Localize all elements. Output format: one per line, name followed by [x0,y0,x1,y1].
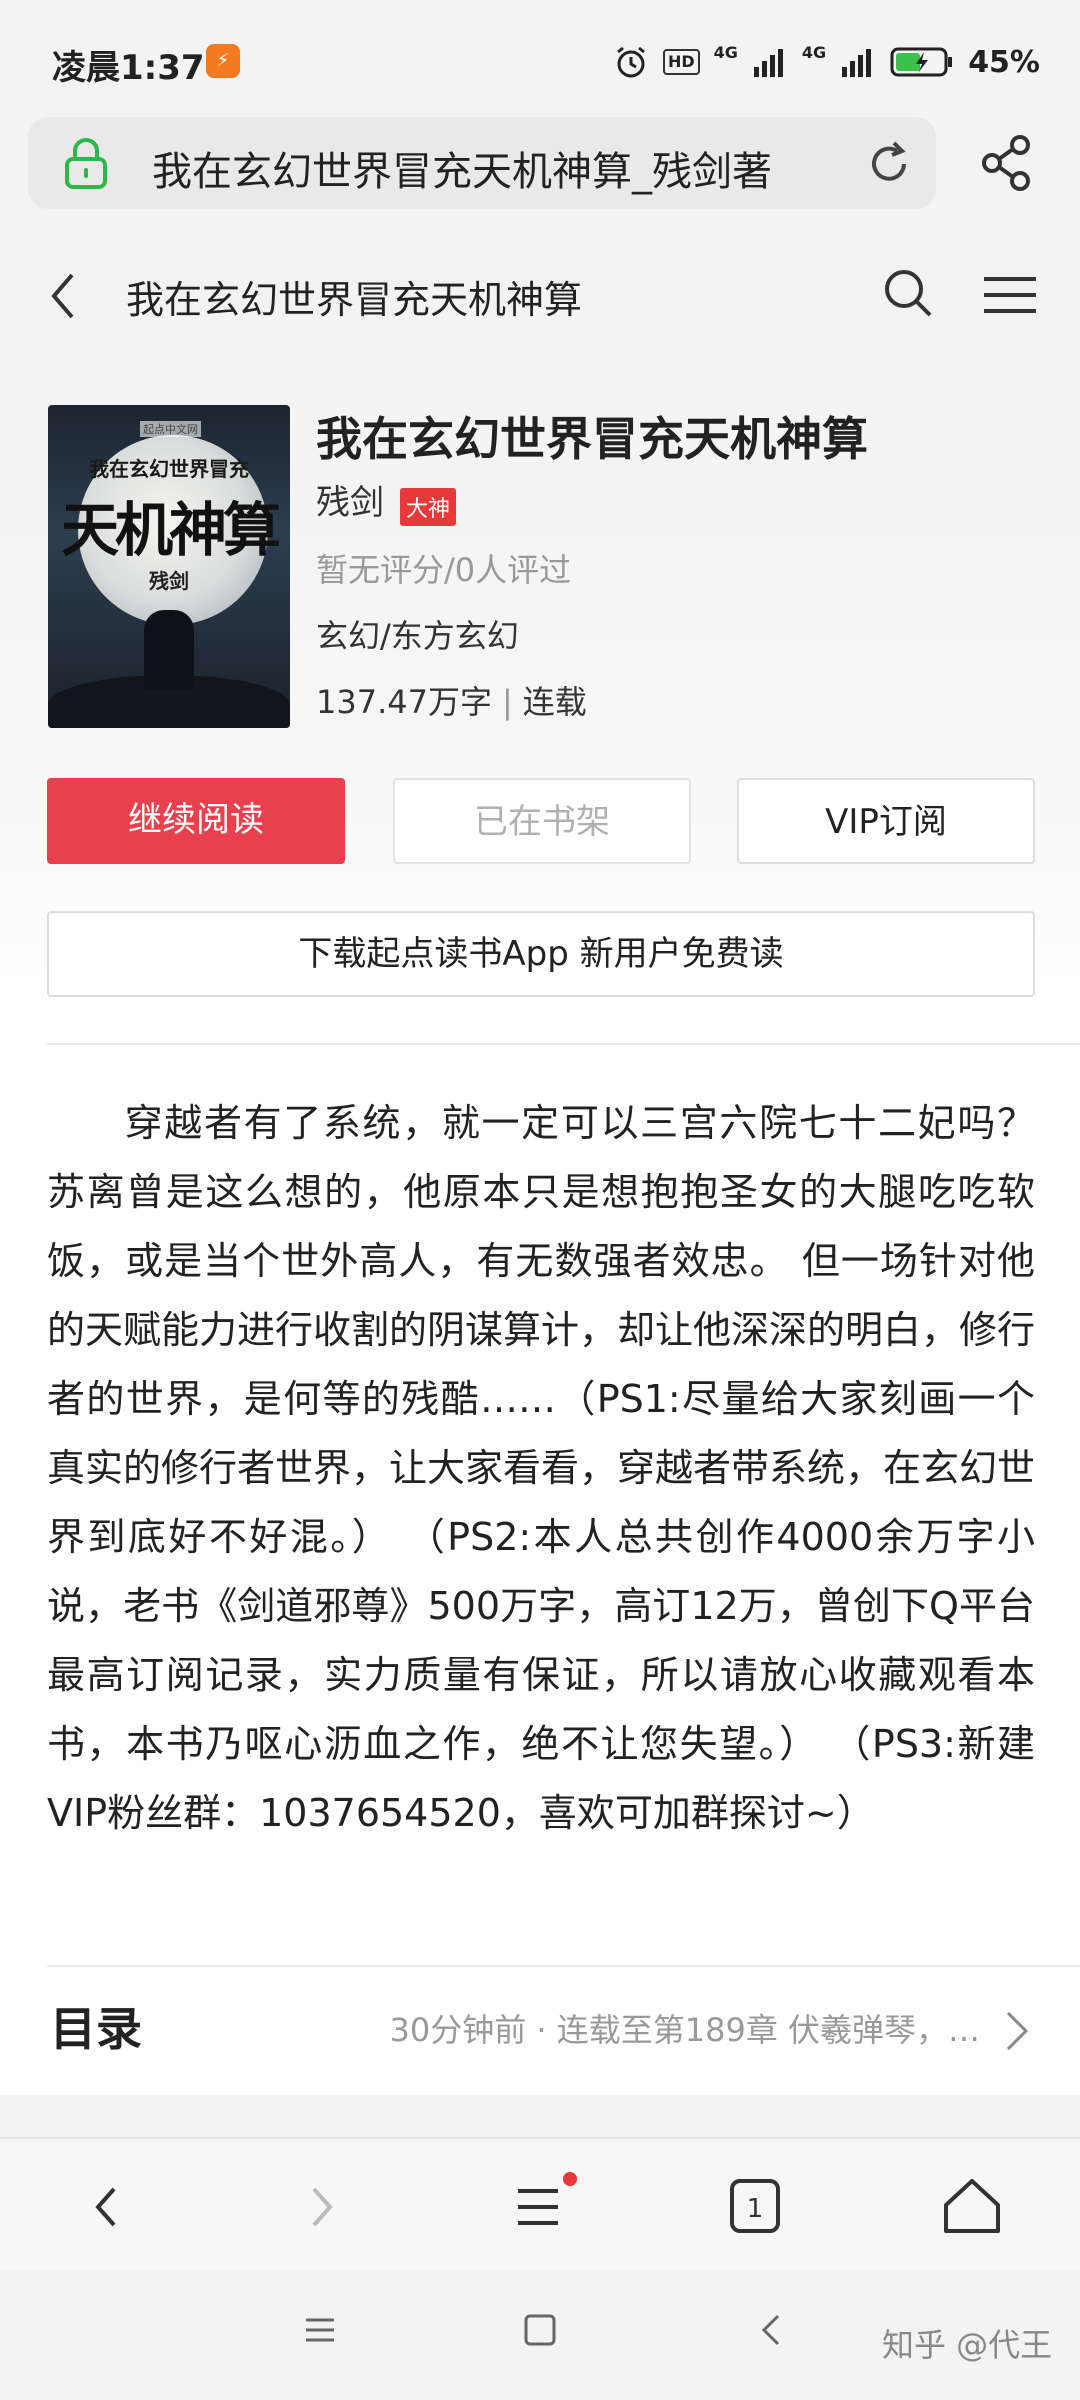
tabs-count: 1 [747,2194,764,2224]
chevron-right-icon[interactable] [1004,2009,1030,2053]
reload-icon[interactable] [864,139,914,189]
menu-icon[interactable] [982,275,1038,315]
url-field[interactable]: 我在玄幻世界冒充天机神算_残剑著 [28,117,936,209]
on-shelf-button[interactable]: 已在书架 [393,778,691,864]
signal-icon [753,49,783,77]
book-description: 穿越者有了系统，就一定可以三宫六院七十二妃吗？ 苏离曾是这么想的，他原本只是想抱… [47,1089,1035,1848]
system-navigation-bar: 知乎 @代王 [0,2270,1080,2400]
network-type-1: 4G [713,42,738,62]
url-text[interactable]: 我在玄幻世界冒充天机神算_残剑著 [152,139,872,197]
lock-icon[interactable] [64,137,108,189]
book-category[interactable]: 玄幻/东方玄幻 [316,611,519,657]
description-text: 穿越者有了系统，就一定可以三宫六院七十二妃吗？ 苏离曾是这么想的，他原本只是想抱… [47,1101,1036,1835]
battery-icon [890,47,953,77]
recents-icon[interactable] [300,2310,340,2350]
word-count: 137.47万字 [316,683,492,721]
alarm-icon [617,46,645,78]
hd-badge: HD [662,49,700,75]
browser-url-bar: 我在玄幻世界冒充天机神算_残剑著 [0,115,1080,227]
search-icon[interactable] [880,265,936,321]
download-app-button[interactable]: 下载起点读书App 新用户免费读 [47,911,1035,997]
tabs-icon[interactable]: 1 [714,2167,794,2247]
network-type-2: 4G [801,42,827,62]
share-icon[interactable] [978,133,1034,193]
back-triangle-icon[interactable] [752,2310,792,2350]
battery-percent: 45% [968,44,1040,80]
catalog-title[interactable]: 目录 [50,1993,142,2059]
book-cover[interactable]: 起点中文网 我在玄幻世界冒充 天机神算 残剑 [48,405,290,728]
forward-arrow-icon[interactable] [282,2167,362,2247]
status-time: 凌晨1:37 [52,48,205,88]
back-icon[interactable] [48,271,78,321]
serial-status: 连载 [522,683,587,721]
home-square-icon[interactable] [520,2310,560,2350]
back-arrow-icon[interactable] [66,2167,146,2247]
cover-author: 残剑 [149,569,189,593]
book-rating: 暂无评分/0人评过 [316,551,572,589]
app-notification-icon: ⚡ [206,44,240,78]
book-stats: 137.47万字 | 连载 [316,677,587,723]
cover-publisher-logo: 起点中文网 [140,421,201,437]
book-page: 我在玄幻世界冒充天机神算 起点中文网 我在玄幻世界冒充 天机神算 残剑 我在玄幻… [0,227,1080,2137]
signal-icon-2 [842,49,872,77]
catalog-latest-chapter[interactable]: 30分钟前 · 连载至第189章 伏羲弹琴，… [360,2005,981,2051]
author-badge: 大神 [400,488,457,526]
status-icons: HD 4G 4G 45% [613,40,1040,84]
section-gap [0,2095,1080,2137]
watermark: 知乎 @代王 [882,2326,1053,2364]
home-icon[interactable] [932,2167,1012,2247]
book-title: 我在玄幻世界冒充天机神算 [316,412,868,466]
divider [47,1965,1080,1967]
stats-separator: | [501,683,513,721]
cover-subtitle: 我在玄幻世界冒充 [89,457,249,481]
divider [47,1043,1080,1045]
page-title: 我在玄幻世界冒充天机神算 [126,278,583,322]
menu-lines-icon[interactable] [500,2167,580,2247]
vip-subscribe-button[interactable]: VIP订阅 [737,778,1035,864]
status-bar: 凌晨1:37 ⚡ HD 4G 4G 45% [0,0,1080,115]
book-author[interactable]: 残剑 [316,475,384,524]
browser-toolbar: 1 [0,2137,1080,2270]
cover-title: 天机神算 [60,496,281,564]
continue-reading-button[interactable]: 继续阅读 [47,778,345,864]
cover-figure [144,610,194,690]
